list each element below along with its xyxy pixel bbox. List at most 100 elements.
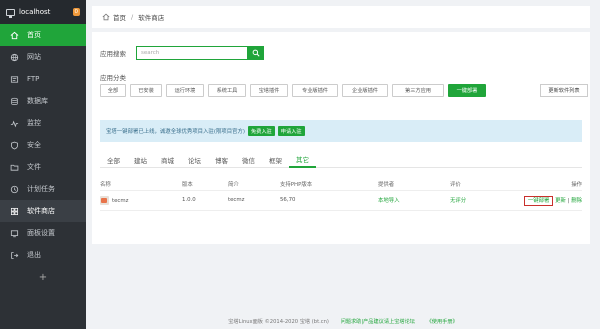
search-icon [252, 49, 260, 57]
app-name-cell: tecmz [100, 190, 182, 211]
sidebar-item-4[interactable]: 监控 [0, 112, 86, 134]
tab-4[interactable]: 博客 [208, 152, 235, 168]
col-action: 操作 [522, 178, 582, 191]
sidebar-item-label: 计划任务 [27, 185, 55, 193]
col-name: 名称 [100, 178, 182, 191]
sidebar-item-0[interactable]: 首页 [0, 24, 86, 46]
breadcrumb-home[interactable]: 首页 [113, 12, 126, 22]
sidebar-item-6[interactable]: 文件 [0, 156, 86, 178]
apply-join-button[interactable]: 申请入驻 [277, 126, 305, 136]
search-button[interactable] [248, 46, 264, 60]
sidebar-item-7[interactable]: 计划任务 [0, 178, 86, 200]
sidebar-item-2[interactable]: FTP [0, 68, 86, 90]
category-button-8[interactable]: 一键部署 [448, 84, 486, 97]
add-menu-button[interactable]: + [0, 272, 86, 283]
category-button-7[interactable]: 第三方应用 [392, 84, 444, 97]
shield-icon [10, 141, 19, 150]
sidebar-item-1[interactable]: 网站 [0, 46, 86, 68]
delete-link[interactable]: 删除 [571, 198, 582, 204]
app-version: 1.0.0 [182, 190, 228, 211]
sidebar-item-8[interactable]: 软件商店 [0, 200, 86, 222]
sidebar-item-label: 面板设置 [27, 229, 55, 237]
sidebar-item-label: 首页 [27, 31, 41, 39]
search-input[interactable]: search [136, 46, 248, 60]
globe-icon [10, 53, 19, 62]
col-rating: 评价 [450, 178, 522, 191]
tab-5[interactable]: 微信 [235, 152, 262, 168]
category-button-6[interactable]: 企业版插件 [342, 84, 388, 97]
category-button-3[interactable]: 系统工具 [208, 84, 246, 97]
sidebar-item-label: 监控 [27, 119, 41, 127]
folder-icon [10, 163, 19, 172]
home-icon [102, 13, 110, 21]
notice-text: 宝塔一键部署已上线，诚邀全球优秀项目入驻(限项目官方) [106, 129, 245, 135]
tab-3[interactable]: 论坛 [181, 152, 208, 168]
update-list-button[interactable]: 更新软件列表 [540, 84, 588, 97]
action-separator: | [567, 198, 570, 204]
app-provider: 本地导入 [378, 190, 450, 211]
sidebar-item-5[interactable]: 安全 [0, 134, 86, 156]
tab-0[interactable]: 全部 [100, 152, 127, 168]
tab-7[interactable]: 其它 [289, 152, 316, 168]
tab-2[interactable]: 商城 [154, 152, 181, 168]
category-button-0[interactable]: 全部 [100, 84, 126, 97]
sidebar-item-label: 数据库 [27, 97, 48, 105]
table-header-row: 名称 版本 简介 支持PHP版本 提供者 评价 操作 [100, 178, 582, 191]
logout-icon [10, 251, 19, 260]
sidebar: localhost 0 首页网站 FTP 数据库监控安全文件计划任务软件商店面板设置… [0, 0, 86, 329]
sidebar-item-9[interactable]: 面板设置 [0, 222, 86, 244]
tab-1[interactable]: 建站 [127, 152, 154, 168]
database-icon [10, 97, 19, 106]
monitor-icon [10, 119, 19, 128]
settings-icon [10, 229, 19, 238]
sidebar-item-label: FTP [27, 75, 40, 83]
home-icon [10, 31, 19, 40]
sidebar-item-label: 文件 [27, 163, 41, 171]
category-button-4[interactable]: 宝塔插件 [250, 84, 288, 97]
free-join-button[interactable]: 免费入驻 [247, 126, 275, 136]
main-content: 首页 / 软件商店 应用搜索 search 应用分类 全部 已安装 运行环境 系统工具… [86, 0, 600, 329]
copyright-text: 宝塔Linux面板 ©2014-2020 宝塔 (bt.cn) [228, 319, 329, 325]
sidebar-header: localhost 0 [0, 0, 86, 24]
store-panel: 应用搜索 search 应用分类 全部 已安装 运行环境 系统工具 宝塔插件 专业版插件企… [92, 32, 590, 244]
forum-link[interactable]: 问题求助|产品建议请上宝塔论坛 [341, 319, 415, 325]
deploy-button[interactable]: 一键部署 [523, 196, 554, 206]
app-rating: 无评分 [450, 190, 522, 211]
table-row: tecmz 1.0.0 tecmz 56,70 本地导入 无评分 一键部署 更新… [100, 190, 582, 211]
notice-bar: 宝塔一键部署已上线，诚邀全球优秀项目入驻(限项目官方) 免费入驻 申请入驻 [100, 120, 582, 142]
category-list: 全部 已安装 运行环境 系统工具 宝塔插件 专业版插件 企业版插件 第三方应用 一键部署 [100, 84, 490, 97]
clock-icon [10, 185, 19, 194]
app-actions: 一键部署 更新 | 删除 [522, 190, 582, 211]
sidebar-item-label: 退出 [27, 251, 41, 259]
app-table: 名称 版本 简介 支持PHP版本 提供者 评价 操作 tecmz 1.0.0 t… [100, 178, 582, 211]
manual-link[interactable]: 《使用手册》 [427, 319, 458, 325]
search-label: 应用搜索 [100, 50, 126, 58]
app-intro: tecmz [228, 190, 280, 211]
sidebar-item-10[interactable]: 退出 [0, 244, 86, 266]
col-version: 版本 [182, 178, 228, 191]
breadcrumb: 首页 / 软件商店 [92, 6, 590, 28]
tab-6[interactable]: 框架 [262, 152, 289, 168]
sidebar-item-label: 软件商店 [27, 207, 55, 215]
search-row: 应用搜索 search [100, 46, 264, 60]
col-provider: 提供者 [378, 178, 450, 191]
app-name: tecmz [112, 197, 129, 204]
category-button-1[interactable]: 已安装 [130, 84, 162, 97]
type-tabs: 全部 建站 商城 论坛 博客 微信 框架 其它 [100, 152, 582, 168]
col-php: 支持PHP版本 [280, 178, 378, 191]
server-icon [6, 8, 15, 18]
breadcrumb-current: 软件商店 [138, 14, 165, 22]
update-link[interactable]: 更新 [555, 198, 566, 204]
sidebar-item-3[interactable]: 数据库 [0, 90, 86, 112]
sidebar-item-label: 网站 [27, 53, 41, 61]
message-badge[interactable]: 0 [72, 8, 80, 16]
breadcrumb-separator: / [131, 13, 134, 21]
col-intro: 简介 [228, 178, 280, 191]
host-name: localhost [19, 8, 51, 16]
app-php: 56,70 [280, 190, 378, 211]
grid-icon [10, 207, 19, 216]
category-button-2[interactable]: 运行环境 [166, 84, 204, 97]
ftp-icon [10, 75, 19, 84]
category-button-5[interactable]: 专业版插件 [292, 84, 338, 97]
footer: 宝塔Linux面板 ©2014-2020 宝塔 (bt.cn) 问题求助|产品建… [86, 318, 600, 325]
